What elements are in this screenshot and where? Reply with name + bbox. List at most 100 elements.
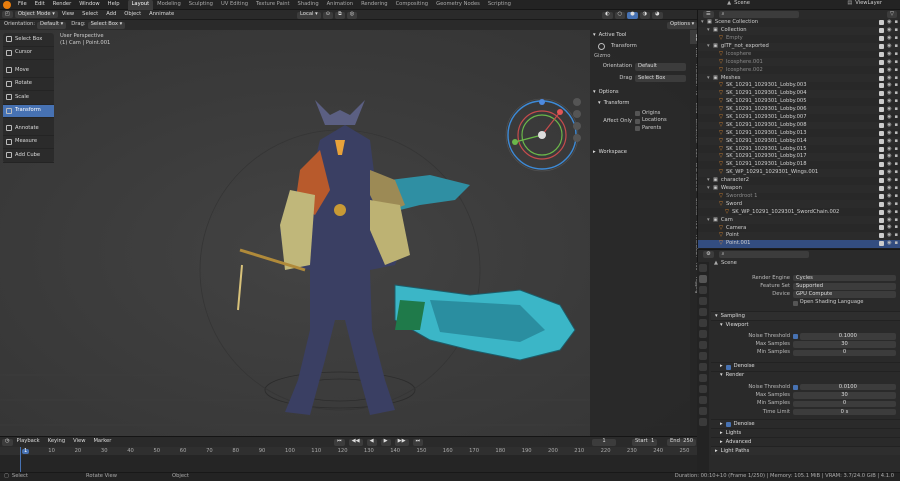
properties-tab-physics-icon[interactable] [699, 374, 707, 382]
outliner-row[interactable]: ▽ SK_10291_1029301_Lobby.007 ◉ ▪ [698, 114, 900, 122]
include-checkbox[interactable] [878, 193, 884, 199]
camera-icon[interactable]: ▪ [894, 114, 898, 120]
wireframe-shading-icon[interactable]: ○ [614, 11, 626, 19]
outliner-row[interactable]: ▽ Swordroot 1 ◉ ▪ [698, 193, 900, 201]
eye-icon[interactable]: ◉ [887, 28, 892, 33]
include-checkbox[interactable] [878, 130, 884, 136]
tab-uv-editing[interactable]: UV Editing [217, 0, 252, 10]
vp-max-field[interactable]: 30 [793, 341, 896, 348]
drag-select[interactable]: Select Box ▾ [87, 21, 126, 29]
outliner-row[interactable]: ▾ ▣ Collection ◉ ▪ [698, 26, 900, 35]
properties-tab-tool-icon[interactable] [699, 264, 707, 272]
include-checkbox[interactable] [878, 162, 884, 168]
eye-icon[interactable]: ◉ [887, 130, 892, 136]
camera-icon[interactable]: ▪ [894, 75, 898, 81]
eye-icon[interactable]: ◉ [887, 106, 892, 112]
include-checkbox[interactable] [878, 178, 884, 184]
render-subpanel[interactable]: ▾ Render [711, 371, 900, 380]
include-checkbox[interactable] [878, 44, 884, 49]
eye-icon[interactable]: ◉ [887, 67, 892, 73]
outliner-row[interactable]: ▾ ▣ Meshes ◉ ▪ [698, 74, 900, 83]
light-paths-panel[interactable]: ▸ Light Paths [711, 446, 900, 456]
properties-search[interactable]: ⌕ [718, 251, 809, 258]
tool-transform[interactable]: Transform [3, 104, 54, 118]
camera-icon[interactable]: ▪ [894, 130, 898, 136]
properties-tab-collection-icon[interactable] [699, 330, 707, 338]
camera-icon[interactable]: ▪ [894, 67, 898, 73]
orientation-select[interactable]: Default ▾ [37, 21, 67, 29]
include-checkbox[interactable] [878, 91, 884, 97]
tool-scale[interactable]: Scale [3, 91, 54, 105]
affect-parents-checkbox[interactable] [635, 125, 640, 131]
eye-icon[interactable]: ◉ [887, 122, 892, 128]
camera-icon[interactable]: ▪ [894, 35, 898, 41]
proportional-icon[interactable]: ◎ [346, 11, 358, 19]
eye-icon[interactable]: ◉ [887, 185, 892, 191]
vp-denoise-subpanel[interactable]: ▸ Denoise [711, 362, 900, 371]
tool-add-cube[interactable]: Add Cube [3, 149, 54, 163]
eye-icon[interactable]: ◉ [887, 43, 892, 49]
include-checkbox[interactable] [878, 209, 884, 215]
osl-checkbox[interactable] [793, 300, 798, 306]
properties-tab-world-icon[interactable] [699, 319, 707, 327]
camera-icon[interactable]: ▪ [894, 99, 898, 104]
options-button[interactable]: Options ▾ [667, 21, 698, 29]
eye-icon[interactable]: ◉ [887, 193, 892, 199]
eye-icon[interactable]: ◉ [887, 75, 892, 81]
include-checkbox[interactable] [878, 59, 884, 65]
r-denoise-checkbox[interactable] [725, 421, 731, 427]
prev-key-icon[interactable]: ◀◀ [348, 438, 363, 446]
eye-icon[interactable]: ◉ [887, 91, 892, 96]
include-checkbox[interactable] [878, 138, 884, 144]
menu-window[interactable]: Window [75, 0, 103, 10]
sword-model[interactable] [394, 284, 576, 361]
outliner-row[interactable]: ▽ Icosphere ◉ ▪ [698, 51, 900, 59]
outliner-row[interactable]: ▾ ▣ Scene Collection ◉ ▪ [698, 19, 900, 27]
properties-tab-material-icon[interactable] [699, 407, 707, 415]
outliner-row[interactable]: ▽ Sword ◉ ▪ [698, 200, 900, 209]
eye-icon[interactable]: ◉ [887, 217, 892, 223]
outliner-row[interactable]: ▽ SK_WP_10291_1029301_SwordChain.002 ◉ ▪ [698, 208, 900, 216]
r-time-field[interactable]: 0 s [793, 408, 896, 416]
properties-tab-view-layer-icon[interactable] [699, 297, 707, 305]
tab-compositing[interactable]: Compositing [392, 0, 433, 10]
vp-noise-field[interactable]: 0.1000 [799, 333, 896, 340]
character-model[interactable] [280, 100, 410, 415]
include-checkbox[interactable] [878, 99, 884, 105]
include-checkbox[interactable] [878, 51, 884, 57]
include-checkbox[interactable] [878, 233, 884, 239]
menu-help[interactable]: Help [104, 0, 124, 10]
outliner-row[interactable]: ▽ SK_10291_1029301_Lobby.003 ◉ ▪ [698, 82, 900, 90]
tab-modeling[interactable]: Modeling [153, 0, 185, 10]
outliner-row[interactable]: ▽ SK_10291_1029301_Lobby.004 ◉ ▪ [698, 90, 900, 98]
end-frame-field[interactable]: End 250 [667, 438, 697, 446]
material-shading-icon[interactable]: ◑ [639, 11, 651, 19]
camera-icon[interactable]: ▪ [894, 241, 898, 246]
pivot-icon[interactable]: ⊙ [322, 11, 334, 19]
solid-shading-icon[interactable]: ● [627, 11, 638, 19]
eye-icon[interactable]: ◉ [887, 99, 892, 104]
next-key-icon[interactable]: ▶▶ [394, 438, 409, 446]
play-icon[interactable]: ▶ [380, 438, 391, 446]
include-checkbox[interactable] [878, 115, 884, 121]
camera-icon[interactable]: ▪ [894, 177, 898, 183]
camera-icon[interactable]: ▪ [894, 146, 898, 152]
camera-icon[interactable]: ▪ [894, 201, 898, 207]
viewport-menu-annimate[interactable]: Annimate [145, 10, 178, 20]
mode-dropdown[interactable]: Object Mode ▾ [14, 11, 58, 18]
vp-min-field[interactable]: 0 [793, 349, 896, 357]
outliner-row[interactable]: ▽ Point ◉ ▪ [698, 232, 900, 240]
transform-orientation[interactable]: Local ▾ ⊙ ⧉ ◎ [295, 11, 358, 19]
eye-icon[interactable]: ◉ [887, 225, 892, 230]
viewport-menu-select[interactable]: Select [78, 10, 102, 20]
camera-icon[interactable]: ▪ [894, 193, 898, 199]
timeline-menu-playback[interactable]: Playback [13, 437, 44, 447]
outliner-row[interactable]: ▽ Icosphere.002 ◉ ▪ [698, 66, 900, 74]
include-checkbox[interactable] [878, 36, 884, 42]
include-checkbox[interactable] [878, 225, 884, 231]
include-checkbox[interactable] [878, 75, 884, 81]
include-checkbox[interactable] [878, 20, 884, 26]
timeline-ruler[interactable]: 1 10 20 30 40 50 60 70 80 90 100 110 120 130 140 150 160… [0, 447, 697, 455]
properties-tab-output-icon[interactable] [699, 286, 707, 294]
overlay-icon[interactable]: ◐ [602, 11, 613, 19]
